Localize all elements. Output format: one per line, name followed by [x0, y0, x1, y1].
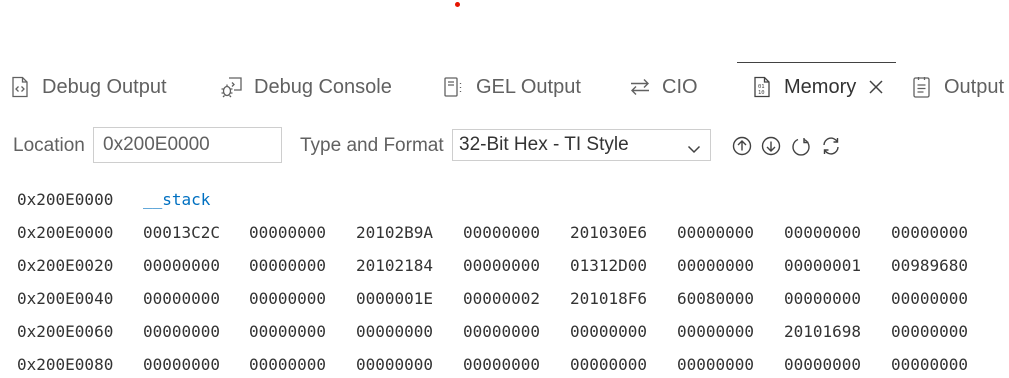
tab-cio[interactable]: CIO	[628, 62, 698, 112]
memory-value[interactable]: 00000000	[570, 315, 647, 348]
memory-toolbar: Location Type and Format 32-Bit Hex - TI…	[0, 126, 1009, 166]
location-input[interactable]	[93, 127, 282, 163]
memory-value[interactable]: 00000000	[677, 348, 754, 378]
memory-value[interactable]: 00000000	[677, 249, 754, 282]
memory-value[interactable]: 00000000	[463, 348, 540, 378]
memory-value[interactable]: 00000002	[463, 282, 540, 315]
gel-output-icon	[442, 75, 466, 99]
memory-value[interactable]: 00013C2C	[143, 216, 220, 249]
tab-label: Debug Output	[42, 75, 167, 98]
symbol-row: 0x200E0000 __stack	[0, 183, 1009, 216]
tab-memory[interactable]: 01 10 Memory	[737, 62, 896, 112]
memory-value[interactable]: 00000000	[891, 315, 968, 348]
memory-value[interactable]: 00000000	[143, 282, 220, 315]
memory-value[interactable]: 20102184	[356, 249, 433, 282]
memory-value[interactable]: 00000000	[677, 315, 754, 348]
arrow-down-circle-icon[interactable]	[760, 135, 782, 157]
debug-console-icon	[220, 75, 244, 99]
memory-value[interactable]: 00000000	[677, 216, 754, 249]
symbol-name: __stack	[143, 190, 211, 209]
tab-debug-output[interactable]: Debug Output	[8, 62, 167, 112]
memory-value[interactable]: 00000000	[463, 315, 540, 348]
memory-value[interactable]: 00000000	[784, 348, 861, 378]
memory-icon: 01 10	[750, 75, 774, 99]
tab-label: Output	[944, 75, 1005, 98]
memory-value[interactable]: 20102B9A	[356, 216, 433, 249]
close-icon[interactable]	[866, 77, 886, 97]
memory-row: 0x200E0020 00000000 00000000 20102184 000000…	[0, 249, 1009, 282]
sync-icon[interactable]	[820, 135, 842, 157]
memory-value[interactable]: 00000000	[249, 216, 326, 249]
memory-address: 0x200E0000	[17, 223, 114, 242]
memory-value[interactable]: 0000001E	[356, 282, 433, 315]
tab-debug-console[interactable]: Debug Console	[220, 62, 392, 112]
memory-panel: Debug Output Debug Console GEL Output CI…	[0, 0, 1009, 378]
memory-value[interactable]: 60080000	[677, 282, 754, 315]
arrows-exchange-icon	[628, 75, 652, 99]
memory-value[interactable]: 00000000	[356, 315, 433, 348]
location-label: Location	[13, 135, 85, 156]
memory-row: 0x200E0000 00013C2C 00000000 20102B9A 000000…	[0, 216, 1009, 249]
memory-value[interactable]: 00000000	[891, 348, 968, 378]
memory-value[interactable]: 01312D00	[570, 249, 647, 282]
memory-value[interactable]: 20101698	[784, 315, 861, 348]
memory-value[interactable]: 00000000	[463, 249, 540, 282]
memory-value[interactable]: 00000000	[891, 216, 968, 249]
memory-value[interactable]: 00989680	[891, 249, 968, 282]
memory-row: 0x200E0040 00000000 00000000 0000001E 000000…	[0, 282, 1009, 315]
memory-value[interactable]: 00000000	[784, 282, 861, 315]
tab-label: GEL Output	[476, 75, 581, 98]
debug-output-icon	[8, 75, 32, 99]
memory-value[interactable]: 00000000	[249, 348, 326, 378]
memory-value[interactable]: 00000000	[249, 249, 326, 282]
svg-text:10: 10	[758, 90, 765, 96]
tab-label: Memory	[784, 75, 857, 98]
output-icon	[910, 75, 934, 99]
arrow-up-circle-icon[interactable]	[731, 135, 753, 157]
memory-value[interactable]: 00000000	[249, 282, 326, 315]
memory-value[interactable]: 00000000	[143, 315, 220, 348]
symbol-row-address: 0x200E0000	[17, 190, 114, 209]
memory-address: 0x200E0080	[17, 355, 114, 374]
memory-row: 0x200E0060 00000000 00000000 00000000 000000…	[0, 315, 1009, 348]
memory-address: 0x200E0060	[17, 322, 114, 341]
memory-value[interactable]: 00000000	[249, 315, 326, 348]
type-format-label: Type and Format	[300, 135, 444, 156]
status-indicator-dot	[455, 2, 460, 7]
tab-label: CIO	[662, 75, 698, 98]
memory-value[interactable]: 00000000	[143, 249, 220, 282]
memory-value[interactable]: 00000000	[356, 348, 433, 378]
memory-address: 0x200E0020	[17, 256, 114, 275]
memory-value[interactable]: 00000000	[784, 216, 861, 249]
memory-address: 0x200E0040	[17, 289, 114, 308]
tab-label: Debug Console	[254, 75, 392, 98]
tab-gel-output[interactable]: GEL Output	[442, 62, 581, 112]
chevron-down-icon	[686, 137, 702, 154]
type-format-value: 32-Bit Hex - TI Style	[459, 134, 629, 155]
tab-output[interactable]: Output	[910, 62, 1004, 112]
type-format-select[interactable]: 32-Bit Hex - TI Style	[452, 129, 711, 161]
memory-value[interactable]: 00000000	[570, 348, 647, 378]
memory-row: 0x200E0080 00000000 00000000 00000000 000000…	[0, 348, 1009, 378]
panel-tabs: Debug Output Debug Console GEL Output CI…	[0, 62, 1009, 112]
memory-value[interactable]: 201018F6	[570, 282, 647, 315]
memory-value[interactable]: 00000001	[784, 249, 861, 282]
memory-value[interactable]: 00000000	[463, 216, 540, 249]
refresh-icon[interactable]	[790, 135, 812, 157]
memory-value[interactable]: 201030E6	[570, 216, 647, 249]
memory-value[interactable]: 00000000	[891, 282, 968, 315]
memory-value[interactable]: 00000000	[143, 348, 220, 378]
